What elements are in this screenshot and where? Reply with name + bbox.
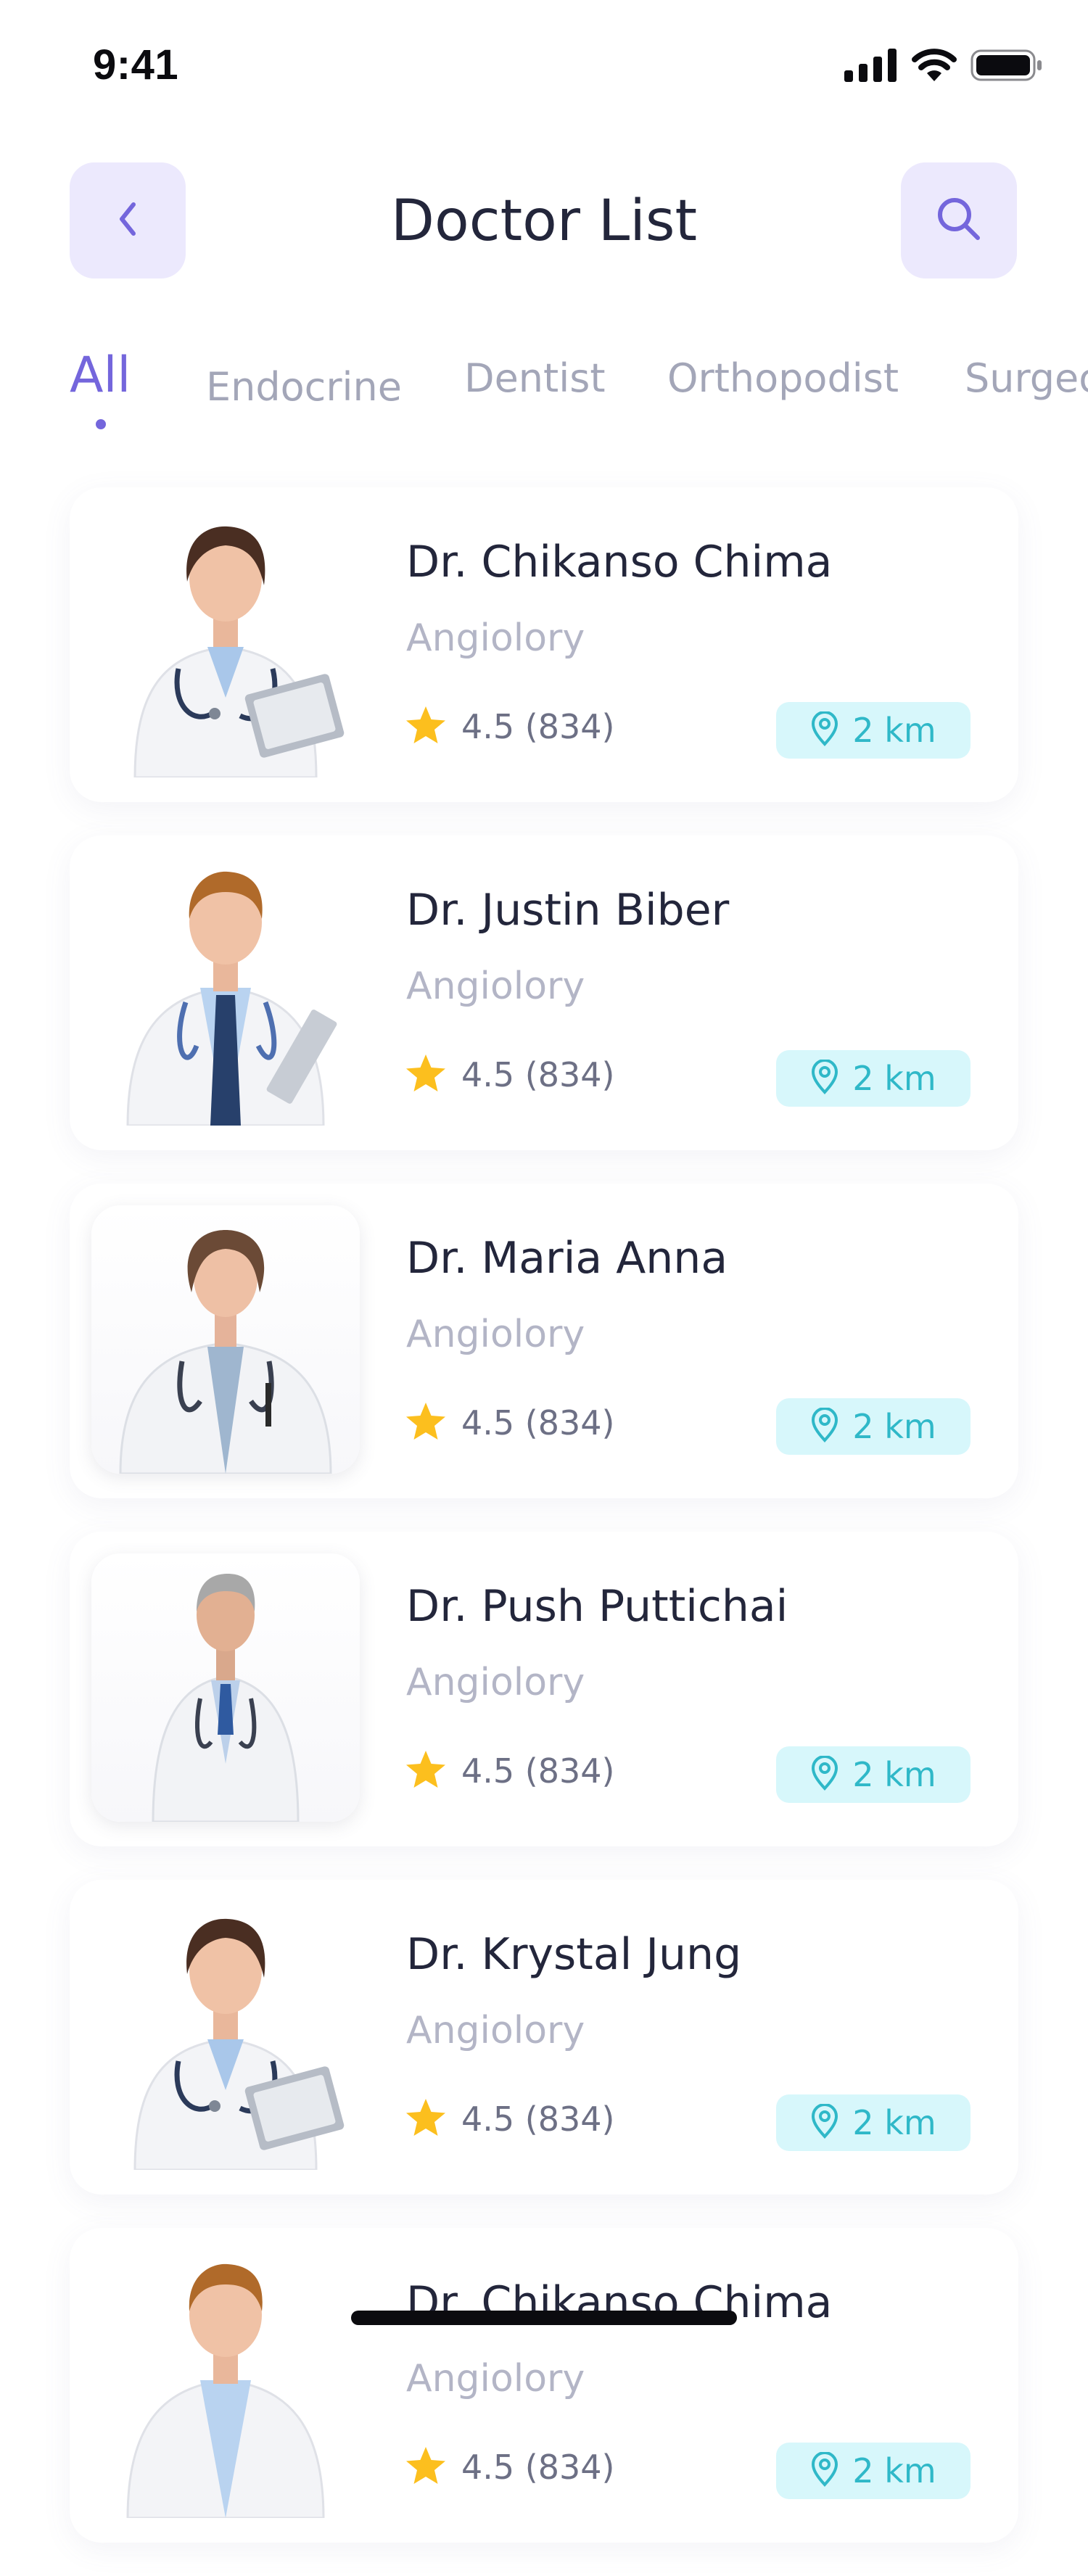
tab-endocrine[interactable]: Endocrine — [206, 364, 402, 410]
rating: 4.5 (834) — [405, 2097, 614, 2141]
rating: 4.5 (834) — [405, 1401, 614, 1445]
star-icon — [405, 1053, 447, 1097]
star-icon — [405, 1749, 447, 1793]
active-tab-indicator — [96, 419, 106, 429]
doctor-name: Dr. Push Puttichai — [406, 1581, 788, 1632]
location-pin-icon — [810, 1059, 839, 1097]
doctor-name: Dr. Maria Anna — [406, 1233, 728, 1284]
doctor-list: Dr. Chikanso Chima Angiolory 4.5 (834) 2… — [70, 487, 1018, 2576]
doctor-specialty: Angiolory — [406, 2009, 585, 2052]
status-bar: 9:41 — [0, 0, 1088, 131]
distance-value: 2 km — [852, 1407, 936, 1446]
search-icon — [933, 193, 985, 248]
home-indicator[interactable] — [351, 2311, 737, 2325]
tab-surgeon[interactable]: Surgeon — [965, 355, 1088, 401]
location-pin-icon — [810, 1755, 839, 1793]
doctor-specialty: Angiolory — [406, 1661, 585, 1704]
doctor-card[interactable]: Dr. Chikanso Chima Angiolory 4.5 (834) 2… — [70, 487, 1018, 802]
doctor-name: Dr. Chikanso Chima — [406, 537, 833, 587]
distance-badge: 2 km — [776, 1050, 970, 1107]
rating-value: 4.5 (834) — [461, 707, 615, 746]
doctor-photo — [91, 509, 360, 777]
distance-value: 2 km — [852, 1755, 936, 1794]
doctor-card[interactable]: Dr. Chikanso Chima Angiolory 4.5 (834) 2… — [70, 2228, 1018, 2543]
tab-all[interactable]: All — [70, 347, 131, 404]
distance-badge: 2 km — [776, 1746, 970, 1803]
status-time: 9:41 — [93, 41, 179, 88]
status-icons — [844, 48, 1043, 86]
doctor-photo — [91, 2250, 360, 2518]
star-icon — [405, 2097, 447, 2141]
distance-value: 2 km — [852, 2451, 936, 2490]
category-tabs: All Endocrine Dentist Orthopodist Surgeo… — [0, 347, 1088, 441]
tab-orthopodist[interactable]: Orthopodist — [667, 355, 899, 401]
rating-value: 4.5 (834) — [461, 2448, 615, 2487]
location-pin-icon — [810, 2103, 839, 2142]
doctor-specialty: Angiolory — [406, 2357, 585, 2400]
wifi-icon — [911, 48, 957, 86]
rating: 4.5 (834) — [405, 705, 614, 748]
doctor-card[interactable]: Dr. Justin Biber Angiolory 4.5 (834) 2 k… — [70, 835, 1018, 1150]
doctor-specialty: Angiolory — [406, 1313, 585, 1356]
cellular-signal-icon — [844, 49, 898, 85]
doctor-specialty: Angiolory — [406, 616, 585, 660]
tab-dentist[interactable]: Dentist — [464, 355, 606, 401]
location-pin-icon — [810, 711, 839, 749]
distance-badge: 2 km — [776, 1398, 970, 1455]
distance-badge: 2 km — [776, 2094, 970, 2151]
rating-value: 4.5 (834) — [461, 2100, 615, 2139]
rating: 4.5 (834) — [405, 1053, 614, 1097]
search-button[interactable] — [901, 162, 1017, 278]
star-icon — [405, 1401, 447, 1445]
rating: 4.5 (834) — [405, 1749, 614, 1793]
location-pin-icon — [810, 1407, 839, 1445]
doctor-name: Dr. Justin Biber — [406, 885, 730, 936]
doctor-photo — [91, 1553, 360, 1822]
doctor-photo — [91, 857, 360, 1126]
distance-value: 2 km — [852, 1059, 936, 1098]
doctor-card[interactable]: Dr. Maria Anna Angiolory 4.5 (834) 2 km — [70, 1184, 1018, 1498]
distance-value: 2 km — [852, 2103, 936, 2142]
doctor-card[interactable]: Dr. Push Puttichai Angiolory 4.5 (834) 2… — [70, 1532, 1018, 1846]
distance-badge: 2 km — [776, 702, 970, 759]
header: Doctor List — [0, 160, 1088, 278]
location-pin-icon — [810, 2451, 839, 2490]
rating-value: 4.5 (834) — [461, 1751, 615, 1791]
star-icon — [405, 2445, 447, 2489]
rating-value: 4.5 (834) — [461, 1055, 615, 1094]
doctor-card[interactable]: Dr. Krystal Jung Angiolory 4.5 (834) 2 k… — [70, 1880, 1018, 2195]
distance-value: 2 km — [852, 711, 936, 750]
doctor-name: Dr. Krystal Jung — [406, 1929, 742, 1980]
doctor-photo — [91, 1205, 360, 1474]
rating-value: 4.5 (834) — [461, 1403, 615, 1442]
doctor-photo — [91, 1902, 360, 2170]
star-icon — [405, 705, 447, 748]
doctor-specialty: Angiolory — [406, 965, 585, 1008]
rating: 4.5 (834) — [405, 2445, 614, 2489]
distance-badge: 2 km — [776, 2443, 970, 2499]
battery-icon — [970, 48, 1043, 86]
